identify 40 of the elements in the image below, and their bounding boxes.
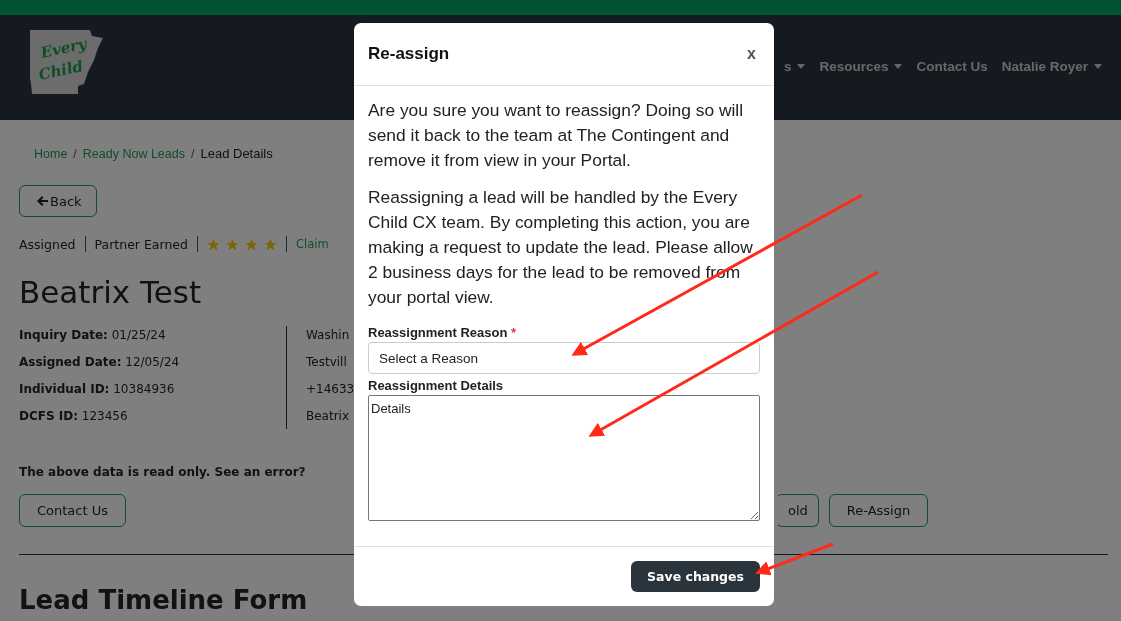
modal-text: Are you sure you want to reassign? Doing so will send it back to the team at The Contingent and remove it from view in your Portal. <box>368 99 745 172</box>
detail-field: +14633 <box>306 380 355 398</box>
detail-field: DCFS ID: 123456 <box>19 407 286 425</box>
logo: Every Child <box>28 27 104 96</box>
breadcrumb-separator: / <box>73 147 77 161</box>
claim-link[interactable]: Claim <box>295 237 329 251</box>
contact-us-button[interactable]: Contact Us <box>19 494 126 527</box>
details-field[interactable]: Details <box>368 395 760 521</box>
close-button[interactable]: x <box>743 45 760 63</box>
star-icon <box>263 237 277 251</box>
breadcrumb-separator: / <box>191 147 195 161</box>
detail-field: Testvill <box>306 353 355 371</box>
field-label: Reassignment Details <box>368 378 505 393</box>
lead-name: Beatrix Test <box>19 274 202 310</box>
back-button[interactable]: Back <box>19 185 97 217</box>
action-button[interactable]: Re-Assign <box>828 494 929 527</box>
nav-link[interactable]: Resources <box>819 59 903 74</box>
field-label: Reassignment Reason * <box>368 325 518 340</box>
nav-link[interactable]: s <box>783 59 806 74</box>
detail-field: Inquiry Date: 01/25/24 <box>19 326 286 344</box>
detail-field: Beatrix <box>306 407 355 425</box>
star-icon <box>206 237 220 251</box>
reason-dropdown[interactable]: Select a Reason <box>368 342 760 374</box>
breadcrumb-current: Lead Details <box>200 146 273 161</box>
star-icon <box>244 237 258 251</box>
breadcrumb-link[interactable]: Ready Now Leads <box>82 147 185 161</box>
detail-field: Assigned Date: 12/05/24 <box>19 353 286 371</box>
breadcrumb-link[interactable]: Home <box>34 147 68 161</box>
modal-title: Re-assign <box>368 44 450 64</box>
nav-link[interactable]: Natalie Royer <box>1001 59 1102 74</box>
detail-field: Washin <box>306 326 355 344</box>
star-icon <box>225 237 239 251</box>
lead-status-label: Assigned <box>19 236 76 252</box>
arrow-left-icon <box>37 196 48 206</box>
save-changes-button[interactable]: Save changes <box>631 561 760 592</box>
nav-link[interactable]: Contact Us <box>916 59 988 74</box>
detail-field: Individual ID: 10384936 <box>19 380 286 398</box>
read-only-note: The above data is read only. See an error? <box>19 465 307 479</box>
partner-tier-label: Partner Earned <box>94 236 188 252</box>
section-heading: Lead Timeline Form <box>19 585 308 615</box>
